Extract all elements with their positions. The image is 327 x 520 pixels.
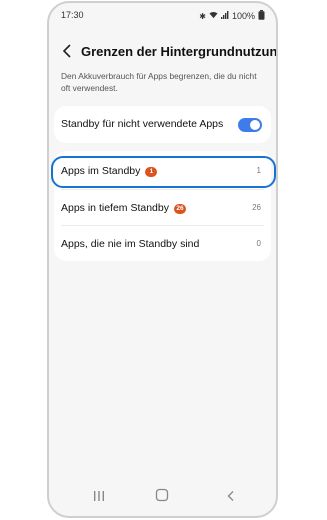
list-item-label: Apps in tiefem Standby 26 (61, 202, 186, 214)
signal-icon (220, 11, 229, 21)
chevron-left-icon[interactable] (61, 43, 77, 61)
page-header: Grenzen der Hintergrundnutzung (49, 39, 276, 69)
list-item-never-sleeping-apps[interactable]: Apps, die nie im Standby sind 0 (54, 226, 271, 262)
status-time: 17:30 (61, 10, 84, 20)
notification-badge: 26 (173, 204, 186, 214)
phone-frame: 17:30 ✱ 100% Grenzen der Hintergrundnutz… (47, 1, 278, 518)
wifi-icon (209, 11, 218, 21)
toggle-card: Standby für nicht verwendete Apps (54, 106, 271, 143)
description: Den Akkuverbrauch für Apps begrenzen, di… (61, 71, 257, 93)
list-item-label: Apps, die nie im Standby sind (61, 238, 200, 250)
list-item-count: 26 (252, 203, 261, 212)
status-icons: ✱ 100% (199, 10, 265, 22)
highlight-outline (51, 156, 276, 188)
back-icon[interactable] (221, 488, 241, 508)
battery-percent: 100% (231, 11, 255, 21)
standby-unused-apps-row[interactable]: Standby für nicht verwendete Apps (54, 106, 271, 142)
recents-icon[interactable] (89, 488, 109, 508)
bluetooth-icon: ✱ (199, 11, 206, 21)
list-item-count: 0 (256, 239, 261, 248)
navigation-bar (49, 488, 276, 508)
standby-unused-apps-toggle[interactable] (238, 118, 262, 132)
home-icon[interactable] (152, 488, 172, 508)
battery-icon (258, 10, 265, 22)
toggle-knob (250, 120, 260, 130)
standby-unused-apps-label: Standby für nicht verwendete Apps (61, 118, 224, 130)
status-bar: 17:30 ✱ 100% (49, 3, 276, 27)
list-item-deep-sleeping-apps[interactable]: Apps in tiefem Standby 26 26 (54, 190, 271, 226)
page-title: Grenzen der Hintergrundnutzung (81, 44, 278, 59)
